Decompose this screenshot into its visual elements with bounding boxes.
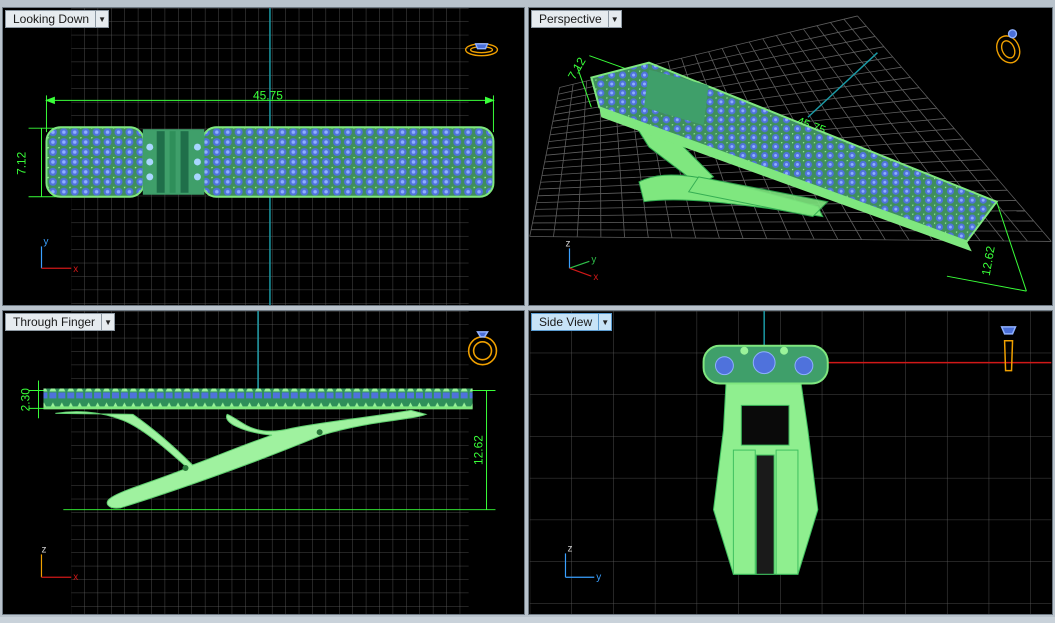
ring-front-icon xyxy=(467,331,498,366)
viewport-tab-label: Through Finger xyxy=(5,313,102,331)
dimension-thickness-label: 2.30 xyxy=(19,388,33,412)
viewport-canvas[interactable]: 45.75 7.12 y x xyxy=(3,8,524,305)
dimension-height-label: 12.62 xyxy=(472,435,486,465)
dimension-width-label: 7.12 xyxy=(15,151,29,175)
axis-indicator: z y x xyxy=(566,238,599,283)
viewport-canvas[interactable]: 7.12 45.75 12.62 z y x xyxy=(529,8,1052,305)
dropdown-arrow-icon[interactable]: ▼ xyxy=(598,313,613,331)
ring-band-side xyxy=(702,344,829,385)
dropdown-arrow-icon[interactable]: ▼ xyxy=(95,10,110,28)
viewport-side-view[interactable]: z y Side View ▼ xyxy=(528,310,1053,615)
svg-text:x: x xyxy=(593,272,598,283)
dimension-length-label: 45.75 xyxy=(253,88,283,102)
svg-text:x: x xyxy=(73,264,78,275)
ring-band-perspective xyxy=(590,61,999,252)
dimension-height-label: 12.62 xyxy=(979,245,998,277)
viewport-tab-label: Perspective xyxy=(531,10,608,28)
viewport-through-finger[interactable]: 2.30 12.62 z x Through Finger ▼ xyxy=(2,310,525,615)
viewport-tab-label: Side View xyxy=(531,313,599,331)
svg-text:y: y xyxy=(591,254,596,265)
viewport-canvas[interactable]: z y xyxy=(529,311,1052,614)
viewport-tab-side-view[interactable]: Side View ▼ xyxy=(531,313,613,331)
viewport-tab-label: Looking Down xyxy=(5,10,96,28)
viewport-looking-down[interactable]: 45.75 7.12 y x Looking Down ▼ xyxy=(2,7,525,306)
grid-line xyxy=(529,236,1052,242)
viewport-perspective[interactable]: 7.12 45.75 12.62 z y x Perspective ▼ xyxy=(528,7,1053,306)
viewport-tab-perspective[interactable]: Perspective ▼ xyxy=(531,10,622,28)
ring-band-top xyxy=(45,126,495,198)
svg-text:z: z xyxy=(566,238,571,249)
viewport-tab-through-finger[interactable]: Through Finger ▼ xyxy=(5,313,116,331)
status-strip xyxy=(0,617,1055,623)
ring-perspective-icon xyxy=(996,29,1021,64)
dropdown-arrow-icon[interactable]: ▼ xyxy=(607,10,622,28)
viewport-tab-looking-down[interactable]: Looking Down ▼ xyxy=(5,10,110,28)
svg-text:y: y xyxy=(43,236,48,247)
svg-text:z: z xyxy=(567,543,572,554)
viewport-canvas[interactable]: 2.30 12.62 z x xyxy=(3,311,524,614)
ring-top-icon xyxy=(464,43,499,57)
ring-shank-side xyxy=(713,375,819,575)
ring-band-front xyxy=(43,388,473,410)
svg-text:x: x xyxy=(73,572,78,583)
svg-text:z: z xyxy=(41,544,46,555)
dimension-width-label: 7.12 xyxy=(565,55,589,82)
svg-text:y: y xyxy=(596,572,601,583)
construction-grid xyxy=(71,311,469,614)
dropdown-arrow-icon[interactable]: ▼ xyxy=(101,313,116,331)
